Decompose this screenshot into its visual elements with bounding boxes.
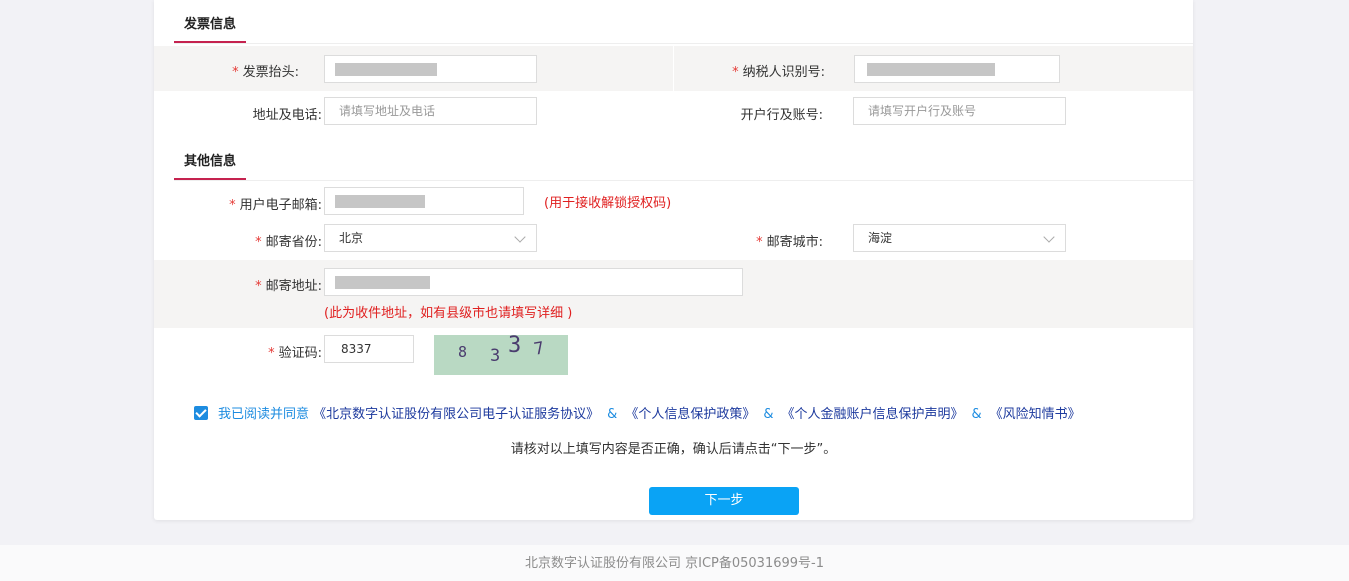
agreement-line: 我已阅读并同意 《北京数字认证股份有限公司电子认证服务协议》 & 《个人信息保护政策…	[194, 403, 1081, 422]
chevron-down-icon	[1043, 231, 1055, 243]
province-city-row: * 邮寄省份: 北京 * 邮寄城市: 海淀	[154, 222, 1193, 260]
captcha-label: * 验证码:	[268, 346, 322, 361]
redacted-value	[867, 63, 995, 76]
email-hint: (用于接收解锁授权码)	[544, 196, 672, 211]
invoice-section-header: 发票信息	[174, 0, 1193, 44]
other-section-header: 其他信息	[174, 137, 1193, 181]
taxid-label: * 纳税人识别号:	[732, 65, 825, 80]
footer: 北京数字认证股份有限公司 京ICP备05031699号-1	[0, 545, 1349, 581]
province-label: * 邮寄省份:	[255, 235, 322, 250]
confirm-tip: 请核对以上填写内容是否正确，确认后请点击“下一步”。	[510, 442, 837, 457]
captcha-row: * 验证码: 8337	[154, 328, 1193, 380]
agreement-checkbox[interactable]	[194, 406, 208, 420]
email-label: * 用户电子邮箱:	[229, 198, 322, 213]
mail-address-label: * 邮寄地址:	[255, 279, 322, 294]
amp-separator: &	[607, 407, 618, 422]
city-label: * 邮寄城市:	[756, 235, 823, 250]
taxid-input[interactable]	[854, 55, 1060, 83]
form-card: 发票信息 * 发票抬头: * 纳税人识别号: 地址及电话: 请填写地址及电话 开户行…	[154, 0, 1193, 520]
redacted-value	[335, 195, 425, 208]
invoice-title-row: * 发票抬头: * 纳税人识别号:	[154, 46, 1193, 91]
agreement-link-risk[interactable]: 《风险知情书》	[990, 407, 1081, 422]
email-row: * 用户电子邮箱: (用于接收解锁授权码)	[154, 182, 1193, 222]
captcha-char: 3	[508, 335, 522, 358]
amp-separator: &	[971, 407, 982, 422]
agreement-link-privacy[interactable]: 《个人信息保护政策》	[625, 407, 755, 422]
invoice-section-title: 发票信息	[174, 13, 247, 43]
captcha-char: 3	[490, 346, 501, 366]
next-step-button[interactable]: 下一步	[649, 487, 799, 515]
redacted-value	[335, 276, 430, 289]
email-input[interactable]	[324, 187, 524, 215]
mail-address-input[interactable]	[324, 268, 743, 296]
captcha-image[interactable]: 8 3 3 7	[434, 335, 568, 375]
captcha-input[interactable]: 8337	[324, 335, 414, 363]
bank-account-label: 开户行及账号:	[740, 108, 823, 123]
agreement-prefix: 我已阅读并同意	[218, 407, 310, 422]
other-section-title: 其他信息	[174, 150, 247, 180]
province-select[interactable]: 北京	[324, 224, 537, 252]
invoice-title-input[interactable]	[324, 55, 537, 83]
bank-account-input[interactable]: 请填写开户行及账号	[853, 97, 1066, 125]
mail-address-hint: (此为收件地址，如有县级市也请填写详细 )	[324, 306, 573, 321]
mail-address-row: * 邮寄地址: (此为收件地址，如有县级市也请填写详细 )	[154, 260, 1193, 328]
address-phone-row: 地址及电话: 请填写地址及电话 开户行及账号: 请填写开户行及账号	[154, 91, 1193, 133]
redacted-value	[335, 63, 437, 76]
agreement-link-service[interactable]: 《北京数字认证股份有限公司电子认证服务协议》	[313, 407, 599, 422]
captcha-char: 8	[458, 343, 468, 361]
address-phone-label: 地址及电话:	[252, 108, 322, 123]
city-select[interactable]: 海淀	[853, 224, 1066, 252]
chevron-down-icon	[514, 231, 526, 243]
amp-separator: &	[763, 407, 774, 422]
row-divider	[673, 46, 674, 91]
address-phone-input[interactable]: 请填写地址及电话	[324, 97, 537, 125]
agreement-link-financial[interactable]: 《个人金融账户信息保护声明》	[781, 407, 963, 422]
captcha-char: 7	[532, 338, 546, 360]
invoice-title-label: * 发票抬头:	[232, 65, 299, 80]
